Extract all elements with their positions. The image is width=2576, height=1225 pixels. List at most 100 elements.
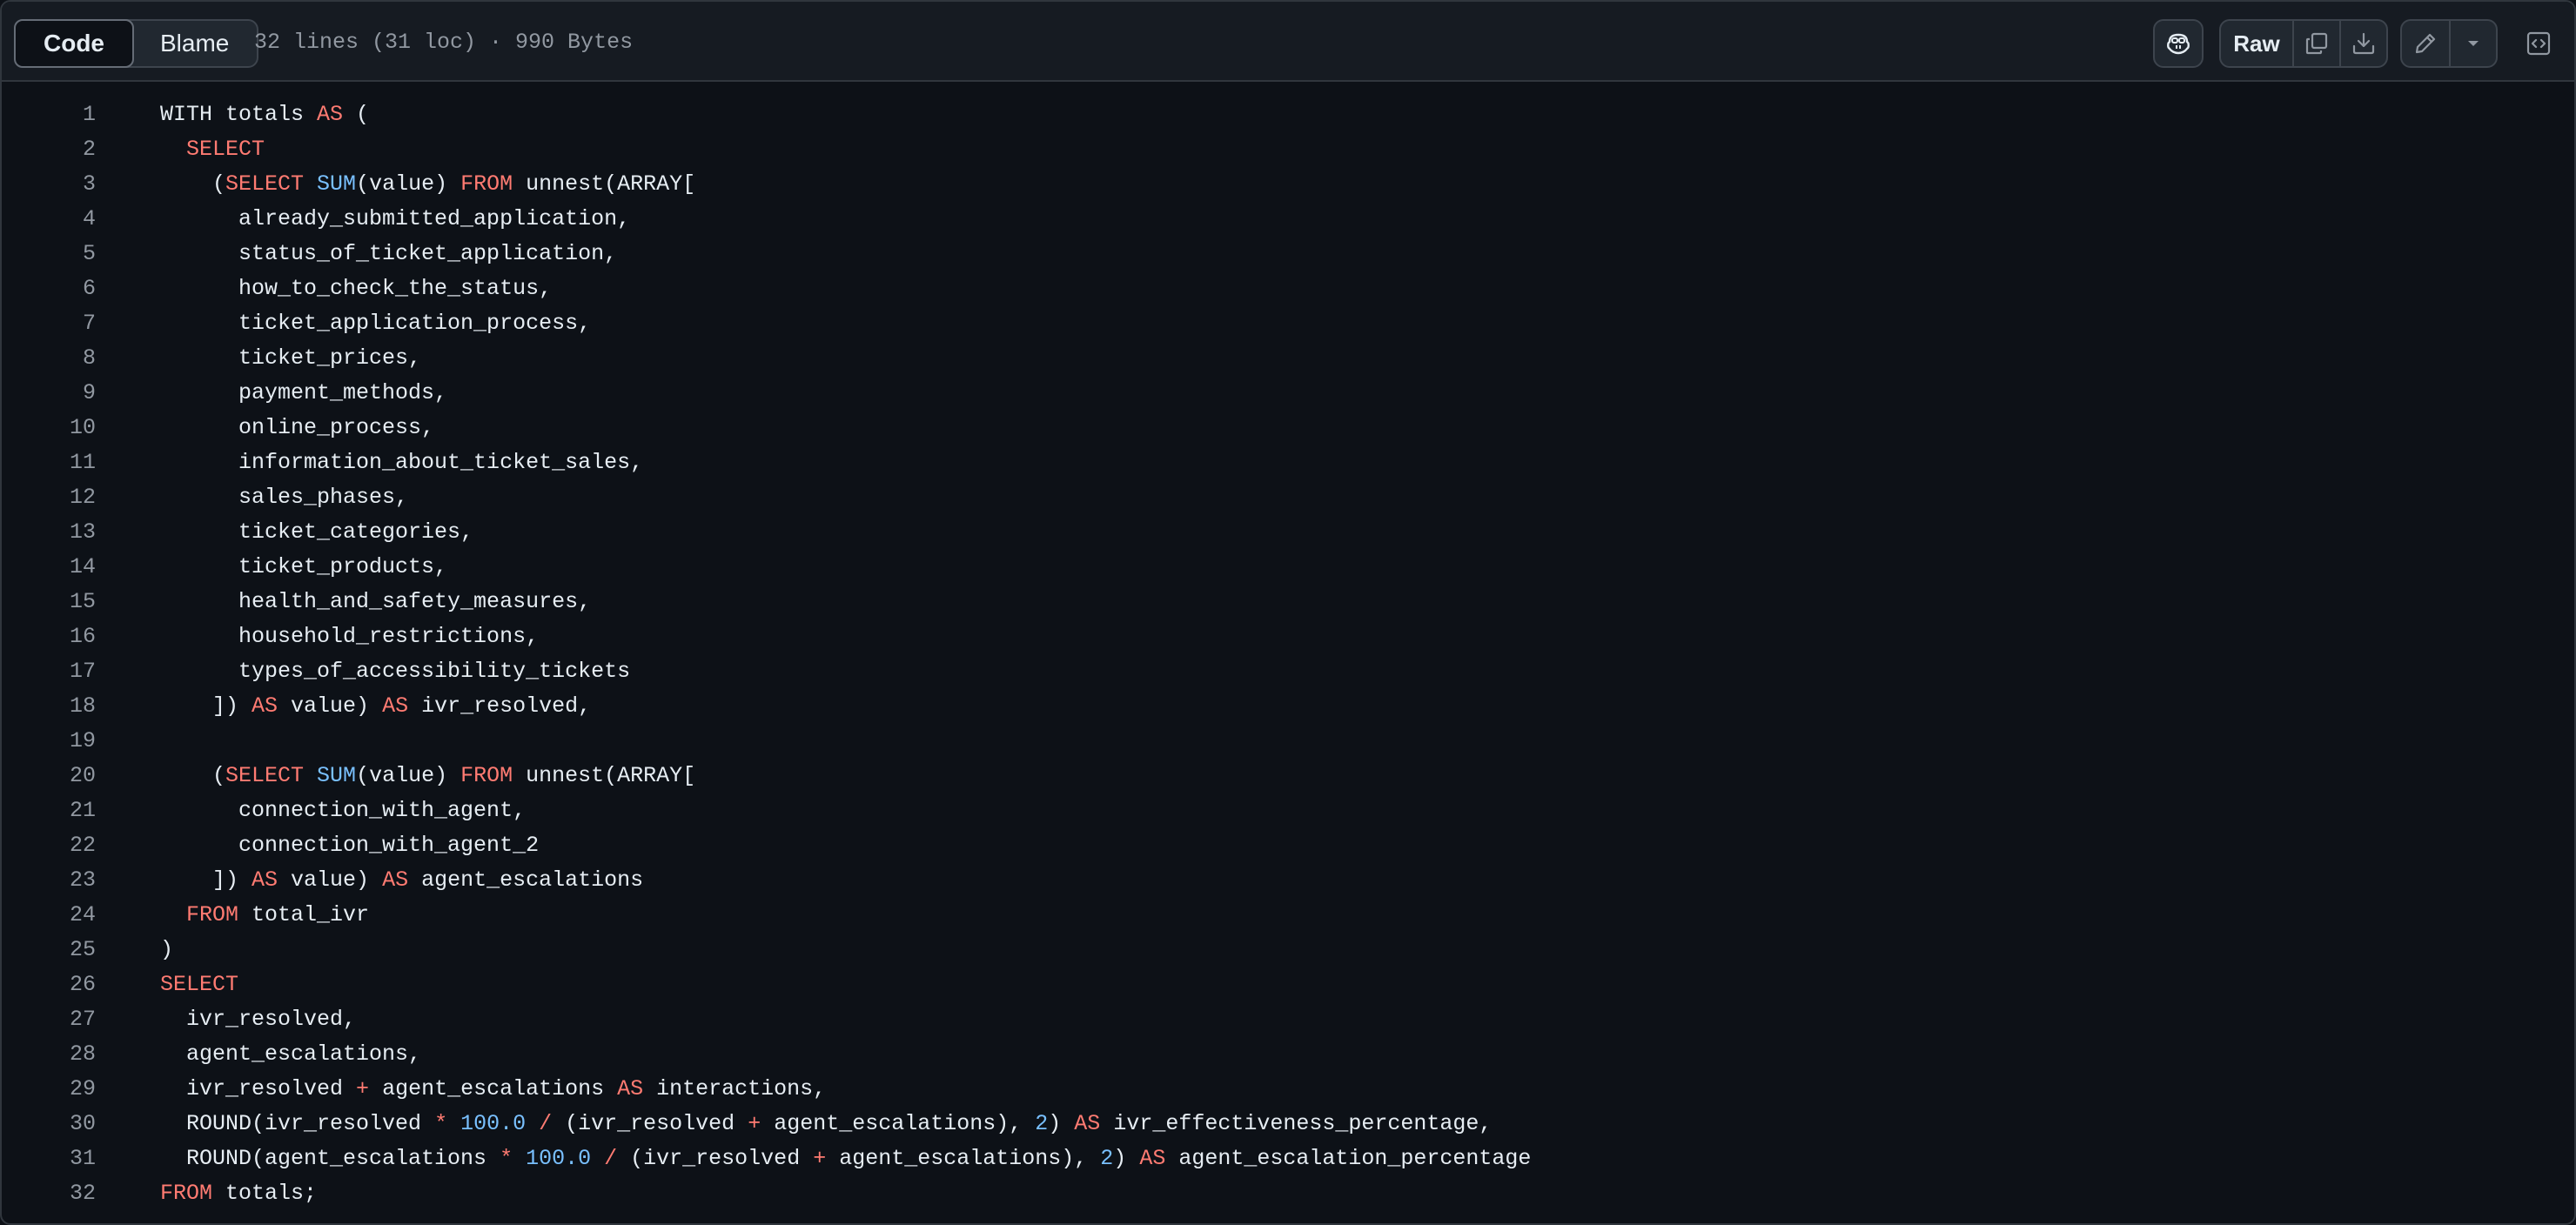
line-number[interactable]: 7	[2, 306, 96, 341]
code-token: ])	[160, 693, 252, 719]
code-token-num: 100.0	[460, 1111, 527, 1136]
code-line: 10 online_process,	[2, 411, 2574, 445]
code-line: 18 ]) AS value) AS ivr_resolved,	[2, 689, 2574, 724]
line-content: sales_phases,	[160, 480, 408, 515]
raw-button[interactable]: Raw	[2219, 19, 2294, 68]
line-number[interactable]: 5	[2, 237, 96, 271]
blame-tab[interactable]: Blame	[132, 21, 257, 66]
code-token: agent_escalations,	[160, 1041, 422, 1067]
copilot-button[interactable]	[2153, 19, 2204, 68]
code-square-icon	[2525, 30, 2553, 57]
code-token: )	[1048, 1111, 1075, 1136]
line-number[interactable]: 17	[2, 654, 96, 689]
code-token: total_ivr	[238, 902, 370, 927]
line-number[interactable]: 26	[2, 967, 96, 1002]
code-line: 21 connection_with_agent,	[2, 793, 2574, 828]
code-token: (value)	[356, 171, 461, 197]
line-number[interactable]: 23	[2, 863, 96, 898]
code-line: 7 ticket_application_process,	[2, 306, 2574, 341]
line-number[interactable]: 30	[2, 1107, 96, 1141]
line-number[interactable]: 10	[2, 411, 96, 445]
line-number[interactable]: 28	[2, 1037, 96, 1072]
line-number[interactable]: 29	[2, 1072, 96, 1107]
code-line: 16 household_restrictions,	[2, 619, 2574, 654]
line-content: health_and_safety_measures,	[160, 585, 591, 619]
download-button[interactable]	[2339, 19, 2388, 68]
code-tab[interactable]: Code	[14, 19, 134, 68]
code-token: household_restrictions,	[160, 624, 540, 649]
line-content: ROUND(ivr_resolved * 100.0 / (ivr_resolv…	[160, 1107, 1492, 1141]
code-line: 3 (SELECT SUM(value) FROM unnest(ARRAY[	[2, 167, 2574, 202]
code-line: 6 how_to_check_the_status,	[2, 271, 2574, 306]
line-number[interactable]: 11	[2, 445, 96, 480]
line-number[interactable]: 20	[2, 759, 96, 793]
line-number[interactable]: 2	[2, 132, 96, 167]
line-content: (SELECT SUM(value) FROM unnest(ARRAY[	[160, 167, 695, 202]
line-number[interactable]: 1	[2, 97, 96, 132]
line-number[interactable]: 13	[2, 515, 96, 550]
edit-file-button[interactable]	[2400, 19, 2451, 68]
line-number[interactable]: 15	[2, 585, 96, 619]
line-number[interactable]: 27	[2, 1002, 96, 1037]
file-header: Code Blame 32 lines (31 loc) · 990 Bytes	[2, 2, 2574, 82]
line-content: information_about_ticket_sales,	[160, 445, 643, 480]
code-token-kw: SELECT	[160, 972, 239, 997]
line-number[interactable]: 14	[2, 550, 96, 585]
line-content: ivr_resolved + agent_escalations AS inte…	[160, 1072, 826, 1107]
code-token-op: *	[434, 1111, 448, 1136]
code-token: payment_methods,	[160, 380, 448, 405]
line-number[interactable]: 9	[2, 376, 96, 411]
code-token: (value)	[356, 763, 461, 788]
line-number[interactable]: 6	[2, 271, 96, 306]
code-token: ticket_categories,	[160, 519, 474, 545]
raw-label: Raw	[2233, 30, 2280, 57]
line-number[interactable]: 22	[2, 828, 96, 863]
line-number[interactable]: 19	[2, 724, 96, 759]
line-content: ticket_products,	[160, 550, 447, 585]
line-number[interactable]: 16	[2, 619, 96, 654]
line-number[interactable]: 32	[2, 1176, 96, 1211]
line-number[interactable]: 4	[2, 202, 96, 237]
code-token: unnest(ARRAY[	[513, 171, 696, 197]
edit-dropdown-button[interactable]	[2449, 19, 2498, 68]
copy-raw-button[interactable]	[2292, 19, 2341, 68]
code-token: )	[160, 937, 174, 962]
code-token-kw: AS	[1074, 1111, 1101, 1136]
code-token: agent_escalations),	[826, 1146, 1101, 1171]
code-token-op: +	[356, 1076, 370, 1101]
line-number[interactable]: 31	[2, 1141, 96, 1176]
symbols-panel-button[interactable]	[2515, 19, 2562, 68]
line-number[interactable]: 24	[2, 898, 96, 933]
code-line: 28 agent_escalations,	[2, 1037, 2574, 1072]
code-token: ivr_resolved,	[160, 1007, 357, 1032]
code-token: (	[160, 763, 226, 788]
code-token: agent_escalations	[369, 1076, 618, 1101]
code-token-kw: FROM	[186, 902, 239, 927]
code-token-fn: SUM	[317, 763, 357, 788]
line-number[interactable]: 8	[2, 341, 96, 376]
code-token: types_of_accessibility_tickets	[160, 659, 631, 684]
line-content: payment_methods,	[160, 376, 447, 411]
line-number[interactable]: 18	[2, 689, 96, 724]
code-token: status_of_ticket_application,	[160, 241, 618, 266]
line-number[interactable]: 25	[2, 933, 96, 967]
line-content: already_submitted_application,	[160, 202, 630, 237]
code-token-op: /	[604, 1146, 618, 1171]
line-content: household_restrictions,	[160, 619, 539, 654]
code-token-kw: FROM	[460, 763, 513, 788]
line-content: FROM totals;	[160, 1176, 317, 1211]
code-line: 25)	[2, 933, 2574, 967]
code-line: 1 WITH totals AS (	[2, 97, 2574, 132]
code-line: 5 status_of_ticket_application,	[2, 237, 2574, 271]
line-number[interactable]: 21	[2, 793, 96, 828]
pencil-icon	[2412, 30, 2438, 57]
line-number[interactable]: 3	[2, 167, 96, 202]
code-line: 11 information_about_ticket_sales,	[2, 445, 2574, 480]
line-number[interactable]: 12	[2, 480, 96, 515]
code-token-kw: AS	[617, 1076, 644, 1101]
code-token: ivr_resolved	[160, 1076, 357, 1101]
download-icon	[2351, 30, 2377, 57]
code-token: ])	[160, 867, 252, 893]
